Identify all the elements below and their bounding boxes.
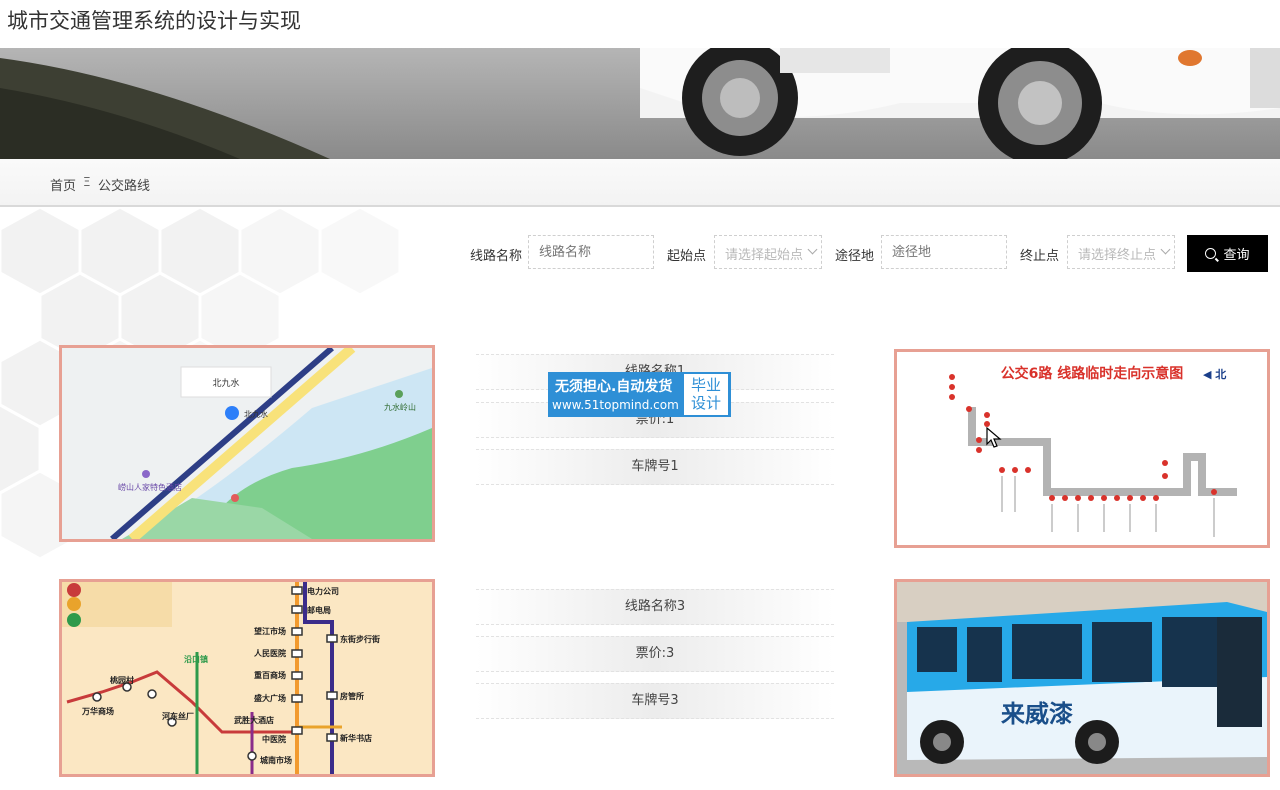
route-3-plate: 车牌号3 (476, 683, 834, 719)
north-arrow-icon: ◀ 北 (1203, 367, 1226, 381)
route-name-label: 线路名称 (470, 249, 523, 264)
main-content: 线路名称 起始点 请选择起始点 途径地 终止点 请选择终止点 查询 北九水 (0, 207, 1280, 790)
end-select-placeholder: 请选择终止点 (1078, 248, 1157, 263)
banner-image (0, 48, 1280, 159)
site-title: 城市交通管理系统的设计与实现 (7, 9, 301, 33)
route-diagram-illustration: 公交6路 线路临时走向示意图 ◀ 北 (897, 352, 1267, 545)
start-select-placeholder: 请选择起始点 (725, 248, 804, 263)
metro-map-illustration: 电力公司 邮电局 望江市场 人民医院 东街步行街 重百商场 盛大广场 房管所 武… (62, 582, 432, 774)
map-pin-text: 北九水 (244, 409, 268, 419)
station-10: 中医院 (262, 734, 286, 744)
via-label: 途径地 (835, 249, 875, 264)
watermark-line2: www.51topmind.com (552, 398, 679, 412)
station-9: 武胜大酒店 (234, 715, 274, 725)
station-12: 城南市场 (260, 755, 292, 765)
chevron-down-icon (807, 244, 818, 255)
search-icon (1205, 248, 1217, 259)
via-input[interactable] (881, 235, 1007, 269)
breadcrumb-current: 公交路线 (98, 179, 151, 194)
map-poi-1: 九水岭山 (384, 402, 416, 412)
search-bar: 线路名称 起始点 请选择起始点 途径地 终止点 请选择终止点 查询 (0, 235, 1280, 272)
map-pin-label: 北九水 (212, 377, 239, 389)
chevron-down-icon (1160, 244, 1171, 255)
route-3-name[interactable]: 线路名称3 (476, 589, 834, 625)
station-6: 重百商场 (254, 670, 286, 680)
station-13: 万华商场 (81, 706, 114, 716)
search-button[interactable]: 查询 (1187, 235, 1268, 272)
start-select[interactable]: 请选择起始点 (714, 235, 822, 269)
station-3: 望江市场 (254, 626, 286, 636)
station-15: 河东丝厂 (162, 711, 194, 721)
station-11: 新华书店 (340, 733, 372, 743)
station-1: 电力公司 (307, 586, 339, 596)
end-select[interactable]: 请选择终止点 (1067, 235, 1175, 269)
bus-photo-illustration: 来威漆 (897, 582, 1267, 774)
watermark-line1: 无须担心.自动发货 (555, 379, 673, 395)
station-8: 房管所 (340, 691, 364, 701)
car-banner-illustration (0, 48, 1280, 159)
search-button-label: 查询 (1223, 247, 1250, 262)
start-label: 起始点 (667, 249, 707, 264)
bus-ad-text: 来威漆 (1001, 700, 1073, 728)
route-diagram-title: 公交6路 线路临时走向示意图 (1001, 365, 1184, 382)
station-4: 人民医院 (254, 648, 286, 658)
route-3-fare: 票价:3 (476, 636, 834, 672)
station-14: 桃园村 (110, 675, 134, 685)
route-name-input[interactable] (528, 235, 654, 269)
map-illustration: 北九水 北九水 九水岭山 崂山人家特色酒店 (62, 348, 432, 539)
station-2: 邮电局 (307, 605, 331, 615)
top-bar: 城市交通管理系统的设计与实现 (0, 0, 1280, 48)
end-label: 终止点 (1020, 249, 1060, 264)
route-diagram-image[interactable]: 公交6路 线路临时走向示意图 ◀ 北 (894, 349, 1270, 548)
breadcrumb-separator-icon: Ξ (83, 175, 91, 189)
station-5: 东街步行街 (340, 634, 380, 644)
mouse-cursor-icon (986, 427, 1002, 448)
route-1-plate: 车牌号1 (476, 449, 834, 485)
bus-photo-image[interactable]: 来威漆 (894, 579, 1270, 777)
watermark-side: 毕业设计 (684, 374, 728, 415)
station-7: 盛大广场 (254, 693, 286, 703)
station-16: 沿口镇 (184, 654, 208, 664)
route-3-metro-map-image[interactable]: 电力公司 邮电局 望江市场 人民医院 东街步行街 重百商场 盛大广场 房管所 武… (59, 579, 435, 777)
map-poi-2: 崂山人家特色酒店 (118, 482, 182, 492)
route-1-map-image[interactable]: 北九水 北九水 九水岭山 崂山人家特色酒店 (59, 345, 435, 542)
breadcrumb-home[interactable]: 首页 (50, 175, 76, 194)
breadcrumb: 首页 Ξ 公交路线 (0, 159, 1280, 207)
watermark-badge: 无须担心.自动发货 www.51topmind.com 毕业设计 (548, 372, 731, 417)
